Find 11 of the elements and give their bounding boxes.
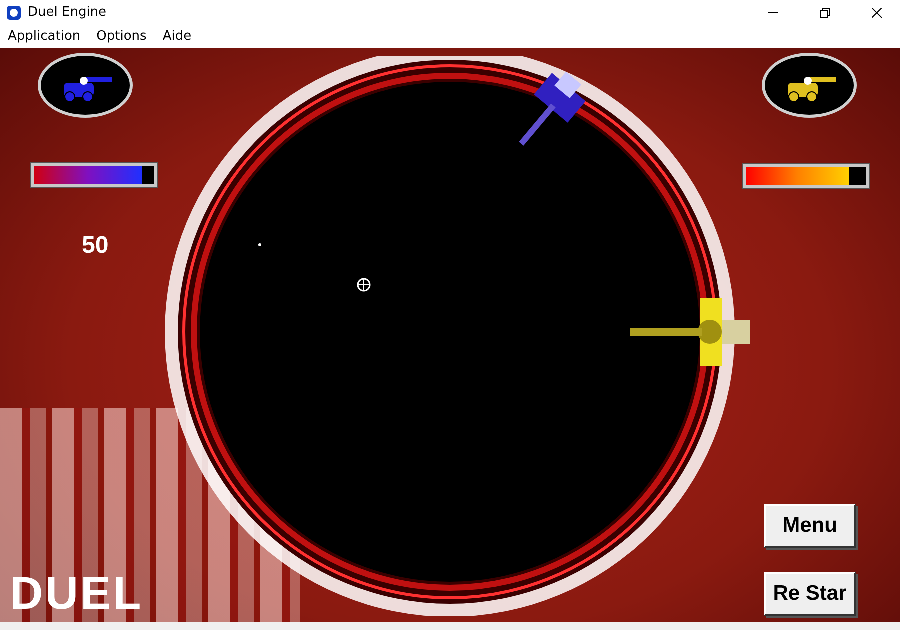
menu-item[interactable]: Aide: [156, 27, 198, 46]
score: 50: [82, 232, 109, 260]
maximize-icon[interactable]: [820, 8, 830, 18]
game-button[interactable]: Re Star: [764, 572, 856, 616]
app-icon: [6, 4, 22, 20]
menu-item[interactable]: Options: [90, 27, 153, 46]
logo-text: DUEL: [10, 568, 144, 618]
game-button[interactable]: Menu: [764, 504, 856, 548]
window-title: Duel Engine: [28, 5, 108, 20]
close-icon[interactable]: [872, 8, 882, 18]
menu-item[interactable]: Application: [2, 27, 87, 46]
